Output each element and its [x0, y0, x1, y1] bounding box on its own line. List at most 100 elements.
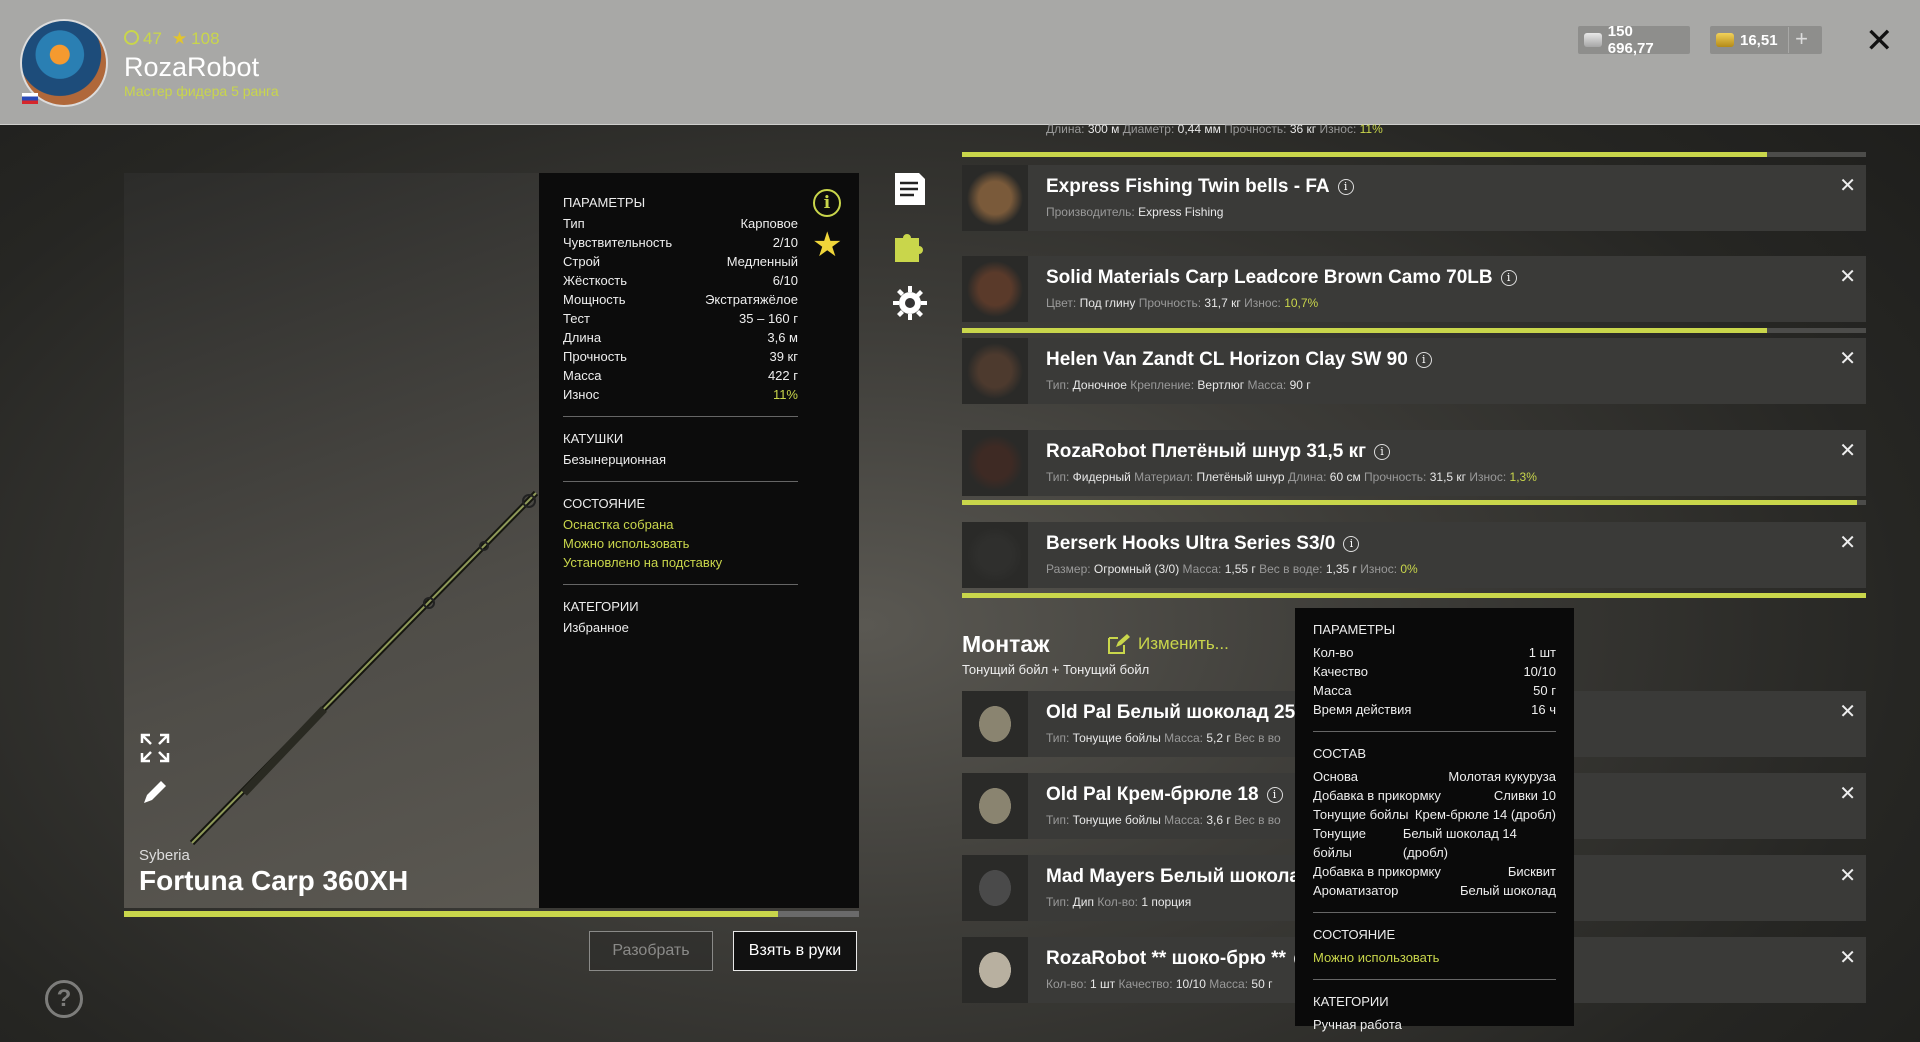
wear-bar-fill	[962, 500, 1857, 505]
desc-label: Тип:	[1046, 895, 1073, 909]
item-title: Mad Mayers Белый шоколадi	[1046, 866, 1337, 888]
item-description: Цвет: Под глину Прочность: 31,7 кг Износ…	[1046, 296, 1318, 310]
tooltip-params-heading: ПАРАМЕТРЫ	[1313, 622, 1396, 637]
reels-heading: КАТУШКИ	[563, 431, 624, 446]
param-value: Медленный	[726, 254, 798, 269]
remove-item-button[interactable]: ✕	[1839, 530, 1856, 555]
rod-name: Fortuna Carp 360XH	[139, 865, 409, 896]
desc-label: Вес в во	[1234, 813, 1281, 827]
player-rank: Мастер фидера 5 ранга	[124, 83, 279, 99]
info-icon[interactable]: i	[813, 189, 841, 217]
rod-wear-fill	[124, 911, 779, 917]
add-gold-button[interactable]: +	[1788, 27, 1814, 53]
remove-item-button[interactable]: ✕	[1839, 264, 1856, 289]
param-label: Строй	[563, 254, 601, 269]
item-thumbnail	[962, 430, 1028, 496]
param-value: Карповое	[740, 216, 798, 231]
desc-label: Масса:	[1209, 977, 1252, 991]
tooltip-category: Ручная работа	[1313, 1017, 1402, 1032]
desc-value: Под глину	[1079, 296, 1136, 310]
remove-item-button[interactable]: ✕	[1839, 346, 1856, 371]
param-row: Добавка в прикормку Сливки 10	[1313, 786, 1556, 805]
param-label: Ароматизатор	[1313, 883, 1399, 898]
item-thumbnail	[962, 691, 1028, 757]
param-label: Длина	[563, 330, 602, 345]
remove-item-button[interactable]: ✕	[1839, 438, 1856, 463]
desc-label: Крепление:	[1130, 378, 1198, 392]
desc-label: Кол-во:	[1046, 977, 1090, 991]
equipment-item[interactable]: Solid Materials Carp Leadcore Brown Camo…	[962, 256, 1866, 322]
wear-bar	[962, 500, 1866, 505]
equipment-item[interactable]: Berserk Hooks Ultra Series S3/0 i Размер: …	[962, 522, 1866, 588]
edit-pen-icon[interactable]	[140, 777, 170, 807]
param-value: 3,6 м	[767, 330, 798, 345]
desc-value: 1,3%	[1509, 470, 1537, 484]
equipment-item[interactable]: RozaRobot Плетёный шнур 31,5 кг i Тип: Фид…	[962, 430, 1866, 496]
param-value: Экстратяжёлое	[705, 292, 798, 307]
param-label: Тонущие бойлы	[1313, 807, 1409, 822]
state-line: Можно использовать	[563, 536, 690, 551]
param-label: Качество	[1313, 664, 1368, 679]
gold-value: 16,51	[1740, 31, 1778, 49]
param-value: 2/10	[772, 235, 798, 250]
info-icon[interactable]: i	[1415, 352, 1432, 368]
edit-montage-button[interactable]: Изменить...	[1108, 634, 1229, 654]
param-row: Ароматизатор Белый шоколад	[1313, 881, 1556, 900]
take-in-hands-button[interactable]: Взять в руки	[733, 931, 857, 971]
desc-value: 60 см	[1329, 470, 1361, 484]
param-value: Бисквит	[1507, 864, 1556, 879]
param-value: 1 шт	[1528, 645, 1556, 660]
remove-item-button[interactable]: ✕	[1839, 173, 1856, 198]
desc-value: 1,55 г	[1224, 562, 1256, 576]
document-icon[interactable]	[892, 171, 928, 207]
favorite-star-icon[interactable]: ★	[812, 228, 842, 262]
info-icon[interactable]: i	[1337, 179, 1354, 195]
desc-value: Огромный (3/0)	[1093, 562, 1180, 576]
remove-item-button[interactable]: ✕	[1839, 781, 1856, 806]
item-title: Old Pal Белый шоколад 25i	[1046, 702, 1320, 724]
help-icon[interactable]: ?	[45, 980, 83, 1018]
param-row: Кол-во 1 шт	[1313, 643, 1556, 662]
param-value: 11%	[772, 387, 798, 402]
expand-icon[interactable]	[140, 733, 170, 763]
desc-label: Тип:	[1046, 378, 1073, 392]
info-icon[interactable]: i	[1343, 536, 1360, 552]
divider	[563, 584, 798, 585]
item-thumbnail	[962, 773, 1028, 839]
desc-label: Диаметр:	[1122, 122, 1178, 136]
param-label: Мощность	[563, 292, 626, 307]
item-title: Old Pal Крем-брюле 18 i	[1046, 784, 1283, 806]
remove-item-button[interactable]: ✕	[1839, 863, 1856, 888]
info-icon[interactable]: i	[1266, 787, 1283, 803]
desc-value: Тонущие бойлы	[1072, 731, 1161, 745]
desc-label: Тип:	[1046, 470, 1073, 484]
equipment-item[interactable]: Express Fishing Twin bells - FA i Производ…	[962, 165, 1866, 231]
wear-bar-fill	[962, 152, 1767, 157]
gear-icon[interactable]	[892, 285, 928, 321]
equipment-item[interactable]: Helen Van Zandt CL Horizon Clay SW 90 i Ти…	[962, 338, 1866, 404]
desc-label: Износ:	[1360, 562, 1401, 576]
param-value: Белый шоколад	[1460, 883, 1556, 898]
desc-label: Качество:	[1118, 977, 1176, 991]
disassemble-button[interactable]: Разобрать	[589, 931, 713, 971]
item-title: Helen Van Zandt CL Horizon Clay SW 90 i	[1046, 349, 1432, 371]
info-icon[interactable]: i	[1500, 270, 1517, 286]
desc-value: 5,2 г	[1206, 731, 1231, 745]
param-row: Тест 35 – 160 г	[563, 309, 798, 328]
tooltip-state-heading: СОСТОЯНИЕ	[1313, 927, 1396, 942]
param-value: 422 г	[767, 368, 798, 383]
remove-item-button[interactable]: ✕	[1839, 945, 1856, 970]
info-icon[interactable]: i	[1374, 444, 1391, 460]
param-value: 16 ч	[1531, 702, 1556, 717]
desc-value: 90 г	[1289, 378, 1311, 392]
param-value: 10/10	[1523, 664, 1556, 679]
param-label: Жёсткость	[563, 273, 627, 288]
close-button[interactable]: ✕	[1865, 24, 1894, 58]
puzzle-icon[interactable]	[892, 228, 928, 264]
rod-wear-bar	[124, 911, 859, 917]
remove-item-button[interactable]: ✕	[1839, 699, 1856, 724]
desc-label: Цвет:	[1046, 296, 1080, 310]
desc-label: Вес в воде:	[1259, 562, 1326, 576]
desc-value: 0%	[1400, 562, 1418, 576]
divider	[563, 416, 798, 417]
